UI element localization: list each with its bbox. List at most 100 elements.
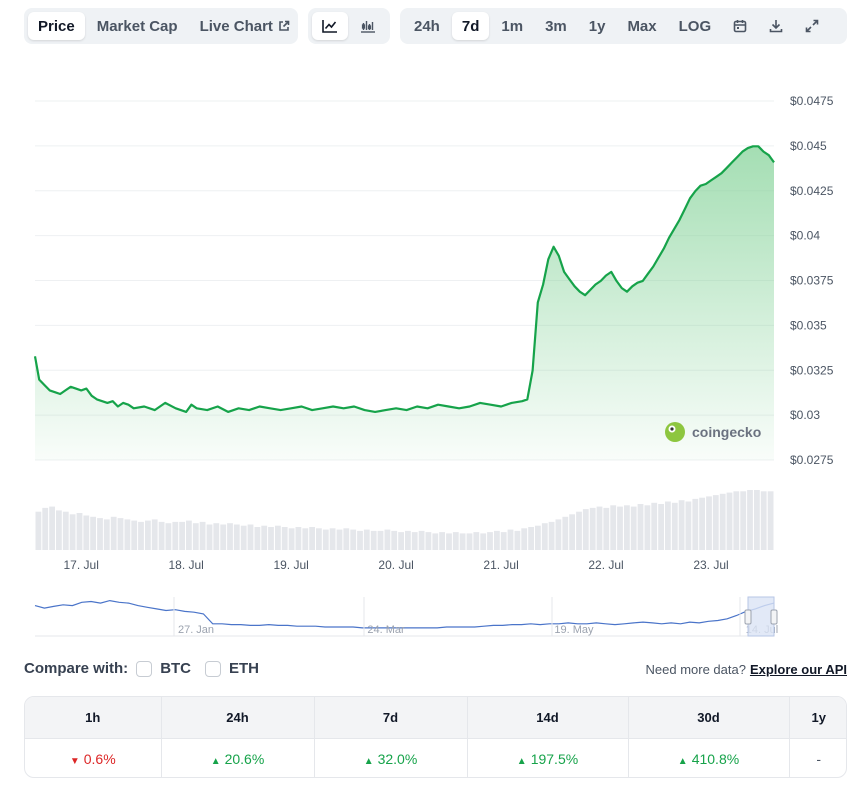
performance-table: 1h 24h 7d 14d 30d 1y ▼ 0.6% ▲ 20.6% ▲ 32.0%… <box>24 696 847 778</box>
volume-bar <box>268 527 274 550</box>
volume-bar <box>651 502 658 550</box>
y-tick-label: $0.035 <box>790 318 827 332</box>
change-1y-value: - <box>816 750 822 767</box>
range-group: 24h 7d 1m 3m 1y Max LOG <box>400 8 847 44</box>
volume-bar <box>432 533 439 550</box>
compare-eth-label[interactable]: ETH <box>229 660 259 677</box>
volume-bar <box>247 524 254 550</box>
tab-price[interactable]: Price <box>28 12 85 40</box>
header-7d: 7d <box>314 697 468 738</box>
volume-bar <box>124 519 131 550</box>
navigator[interactable]: 27. Jan24. Mar19. May14. Jul <box>34 596 778 637</box>
volume-bar <box>418 530 425 550</box>
view-tab-group: Price Market Cap Live Chart <box>24 8 298 44</box>
change-24h: ▲ 20.6% <box>161 737 315 777</box>
volume-bar <box>548 521 555 550</box>
download-icon <box>769 19 783 33</box>
volume-bar <box>275 525 281 550</box>
change-7d: ▲ 32.0% <box>314 737 468 777</box>
compare-btc-label[interactable]: BTC <box>160 660 191 677</box>
volume-bar <box>384 529 391 550</box>
x-tick-label: 17. Jul <box>64 558 99 572</box>
volume-bar <box>398 532 404 550</box>
log-scale-button[interactable]: LOG <box>669 12 722 40</box>
navigator-tick-label: 24. Mar <box>367 624 405 636</box>
tab-live-chart[interactable]: Live Chart <box>190 12 300 40</box>
x-tick-label: 18. Jul <box>168 558 203 572</box>
volume-bar <box>145 520 151 550</box>
change-1h: ▼ 0.6% <box>25 737 162 777</box>
volume-bar <box>733 491 740 550</box>
volume-bar <box>103 519 110 550</box>
volume-bar <box>507 529 514 550</box>
volume-bar <box>336 529 343 550</box>
caret-up-icon: ▲ <box>210 755 221 767</box>
coingecko-wordmark: coingecko <box>692 424 761 440</box>
volume-bar <box>261 525 268 550</box>
volume-bar <box>747 490 753 550</box>
volume-bar <box>617 506 623 550</box>
coingecko-watermark: coingecko <box>665 422 761 442</box>
volume-bar <box>644 505 651 550</box>
header-24h: 24h <box>161 697 315 738</box>
more-data-text: Need more data? <box>645 662 746 677</box>
expand-icon <box>805 19 819 33</box>
range-7d[interactable]: 7d <box>451 12 490 40</box>
volume-bar <box>165 523 172 550</box>
explore-api-link[interactable]: Explore our API <box>750 662 847 677</box>
volume-bar <box>425 532 432 550</box>
calendar-icon <box>733 19 747 33</box>
chart-toolbar: Price Market Cap Live Chart 24h 7d 1m 3m… <box>24 8 847 44</box>
volume-bar <box>541 523 548 550</box>
volume-bar <box>357 530 363 550</box>
volume-bar <box>699 497 705 550</box>
price-chart[interactable]: $0.0475 $0.045 $0.0425 $0.04 $0.0375 $0.035 $0… <box>0 60 847 650</box>
volume-bar <box>637 504 644 550</box>
volume-bar <box>309 527 315 550</box>
change-24h-value: 20.6% <box>224 750 265 767</box>
x-tick-label: 22. Jul <box>588 558 623 572</box>
volume-bar <box>582 509 589 550</box>
volume-bar <box>576 511 582 550</box>
fullscreen-button[interactable] <box>795 12 829 40</box>
volume-bar <box>322 529 329 550</box>
volume-bar <box>405 530 411 550</box>
navigator-handle[interactable] <box>770 609 778 625</box>
range-1m[interactable]: 1m <box>491 12 533 40</box>
compare-eth-checkbox[interactable] <box>205 660 222 677</box>
volume-bar <box>179 521 185 550</box>
tab-market-cap[interactable]: Market Cap <box>87 12 188 40</box>
volume-bar <box>158 521 165 550</box>
calendar-button[interactable] <box>723 12 757 40</box>
navigator-selection[interactable] <box>747 596 775 637</box>
chart-type-group <box>308 8 390 44</box>
volume-bar <box>596 506 603 550</box>
compare-btc-checkbox[interactable] <box>136 660 153 677</box>
volume-bar <box>343 528 350 550</box>
volume-bar <box>589 507 596 550</box>
line-chart-button[interactable] <box>312 12 348 40</box>
volume-bar <box>706 496 712 550</box>
x-tick-label: 21. Jul <box>483 558 518 572</box>
volume-bar <box>192 523 199 550</box>
range-24h[interactable]: 24h <box>404 12 450 40</box>
navigator-tick-label: 27. Jan <box>178 624 214 636</box>
volume-bar <box>391 530 398 550</box>
range-max[interactable]: Max <box>617 12 666 40</box>
candlestick-button[interactable] <box>350 12 386 40</box>
navigator-handle[interactable] <box>744 609 752 625</box>
change-14d-value: 197.5% <box>530 750 579 767</box>
volume-bar <box>624 505 630 550</box>
range-1y[interactable]: 1y <box>579 12 616 40</box>
download-button[interactable] <box>759 12 793 40</box>
volume-bar <box>186 520 192 550</box>
caret-up-icon: ▲ <box>677 755 688 767</box>
volume-bar <box>295 527 302 550</box>
volume-bar <box>671 502 678 550</box>
caret-down-icon: ▼ <box>69 755 80 767</box>
volume-bar <box>610 505 617 550</box>
range-3m[interactable]: 3m <box>535 12 577 40</box>
volume-bar <box>767 491 774 550</box>
volume-bar <box>35 511 42 550</box>
x-tick-label: 19. Jul <box>273 558 308 572</box>
